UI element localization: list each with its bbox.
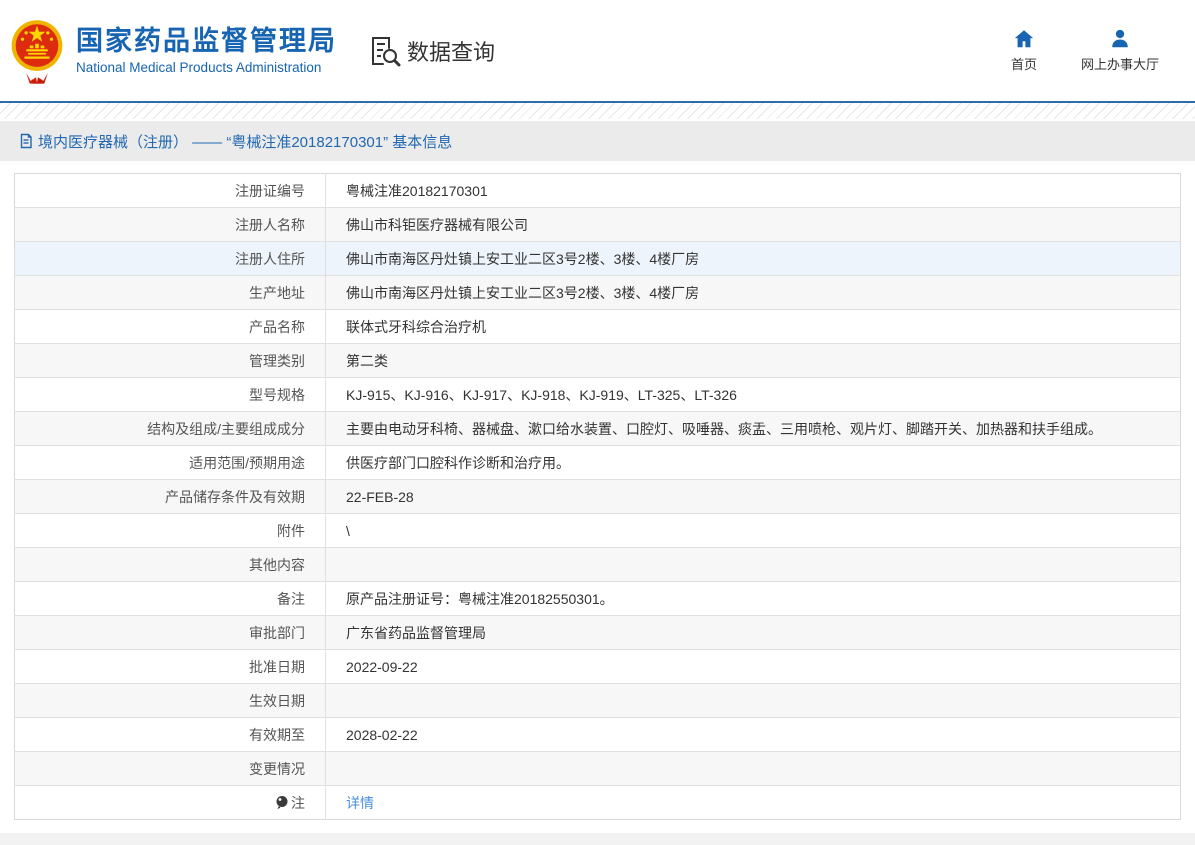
row-value: 主要由电动牙科椅、器械盘、漱口给水装置、口腔灯、吸唾器、痰盂、三用喷枪、观片灯、…	[325, 411, 1181, 446]
breadcrumb: 境内医疗器械（注册） —— “粤械注准20182170301” 基本信息	[0, 121, 1195, 161]
table-row: 批准日期 2022-09-22	[14, 649, 1181, 684]
home-icon	[1014, 30, 1034, 48]
row-label: 其他内容	[14, 547, 326, 582]
row-value: \	[325, 513, 1181, 548]
row-label: 附件	[14, 513, 326, 548]
table-row: 审批部门 广东省药品监督管理局	[14, 615, 1181, 650]
row-label: 产品储存条件及有效期	[14, 479, 326, 514]
row-value: 佛山市南海区丹灶镇上安工业二区3号2楼、3楼、4楼厂房	[325, 241, 1181, 276]
row-label: 审批部门	[14, 615, 326, 650]
table-row: 备注 原产品注册证号：粤械注准20182550301。	[14, 581, 1181, 616]
table-row: 变更情况	[14, 751, 1181, 786]
row-value: KJ-915、KJ-916、KJ-917、KJ-918、KJ-919、LT-32…	[325, 377, 1181, 412]
table-row: 生产地址 佛山市南海区丹灶镇上安工业二区3号2楼、3楼、4楼厂房	[14, 275, 1181, 310]
row-label: 产品名称	[14, 309, 326, 344]
breadcrumb-text: 境内医疗器械（注册） —— “粤械注准20182170301” 基本信息	[38, 133, 453, 151]
table-row: 注 详情	[14, 785, 1181, 820]
table-row: 结构及组成/主要组成成分 主要由电动牙科椅、器械盘、漱口给水装置、口腔灯、吸唾器、…	[14, 411, 1181, 446]
logo-subtitle: National Medical Products Administration	[76, 60, 322, 76]
row-label: 批准日期	[14, 649, 326, 684]
table-row: 适用范围/预期用途 供医疗部门口腔科作诊断和治疗用。	[14, 445, 1181, 480]
row-label: 结构及组成/主要组成成分	[14, 411, 326, 446]
table-row: 产品储存条件及有效期 22-FEB-28	[14, 479, 1181, 514]
table-row: 生效日期	[14, 683, 1181, 718]
row-value: 佛山市南海区丹灶镇上安工业二区3号2楼、3楼、4楼厂房	[325, 275, 1181, 310]
row-value	[325, 683, 1181, 718]
row-value: 2028-02-22	[325, 717, 1181, 752]
row-label: 型号规格	[14, 377, 326, 412]
china-national-emblem-icon	[11, 19, 63, 84]
row-value: 联体式牙科综合治疗机	[325, 309, 1181, 344]
table-row: 型号规格 KJ-915、KJ-916、KJ-917、KJ-918、KJ-919、L…	[14, 377, 1181, 412]
row-label: 变更情况	[14, 751, 326, 786]
row-label: 适用范围/预期用途	[14, 445, 326, 480]
table-row: 有效期至 2028-02-22	[14, 717, 1181, 752]
table-row: 注册人住所 佛山市南海区丹灶镇上安工业二区3号2楼、3楼、4楼厂房	[14, 241, 1181, 276]
row-label: 注册人住所	[14, 241, 326, 276]
table-row: 产品名称 联体式牙科综合治疗机	[14, 309, 1181, 344]
row-label: 注	[14, 785, 326, 820]
bottom-strip	[0, 833, 1195, 845]
person-icon	[1112, 29, 1128, 48]
table-row: 管理类别 第二类	[14, 343, 1181, 378]
table-row: 注册证编号 粤械注准20182170301	[14, 173, 1181, 208]
row-label: 有效期至	[14, 717, 326, 752]
detail-link[interactable]: 详情	[346, 795, 374, 811]
table-row: 注册人名称 佛山市科钜医疗器械有限公司	[14, 207, 1181, 242]
data-query-link[interactable]: 数据查询	[367, 34, 495, 68]
balloon-icon	[276, 795, 288, 809]
row-value: 广东省药品监督管理局	[325, 615, 1181, 650]
hatch-strip	[0, 103, 1195, 119]
row-value	[325, 547, 1181, 582]
site-header: 国家药品监督管理局 National Medical Products Admi…	[0, 0, 1195, 101]
table-row: 附件 \	[14, 513, 1181, 548]
row-label: 注册证编号	[14, 173, 326, 208]
document-search-icon	[372, 36, 401, 66]
row-value: 第二类	[325, 343, 1181, 378]
row-value: 2022-09-22	[325, 649, 1181, 684]
row-value: 佛山市科钜医疗器械有限公司	[325, 207, 1181, 242]
row-label: 备注	[14, 581, 326, 616]
row-label: 生效日期	[14, 683, 326, 718]
row-label: 管理类别	[14, 343, 326, 378]
row-value: 原产品注册证号：粤械注准20182550301。	[325, 581, 1181, 616]
nav-home[interactable]: 首页	[1011, 28, 1037, 73]
data-query-label: 数据查询	[407, 39, 496, 65]
logo-title: 国家药品监督管理局	[76, 25, 337, 56]
row-value	[325, 751, 1181, 786]
nav-online-hall-label: 网上办事大厅	[1080, 57, 1159, 72]
row-value: 详情	[326, 786, 1181, 820]
row-label: 注册人名称	[14, 207, 326, 242]
nmpa-logo[interactable]: 国家药品监督管理局 National Medical Products Admi…	[8, 18, 337, 84]
row-label: 生产地址	[14, 275, 326, 310]
document-icon	[20, 133, 32, 149]
nav-online-hall[interactable]: 网上办事大厅	[1081, 28, 1159, 73]
row-value: 粤械注准20182170301	[325, 173, 1181, 208]
header-nav: 首页 网上办事大厅	[1011, 28, 1195, 73]
registration-table: 注册证编号 粤械注准20182170301 注册人名称 佛山市科钜医疗器械有限公司 注册…	[14, 173, 1181, 820]
table-row: 其他内容	[14, 547, 1181, 582]
nav-home-label: 首页	[1010, 57, 1037, 72]
row-value: 22-FEB-28	[325, 479, 1181, 514]
row-value: 供医疗部门口腔科作诊断和治疗用。	[325, 445, 1181, 480]
main-content: 注册证编号 粤械注准20182170301 注册人名称 佛山市科钜医疗器械有限公司 注册…	[14, 173, 1181, 820]
